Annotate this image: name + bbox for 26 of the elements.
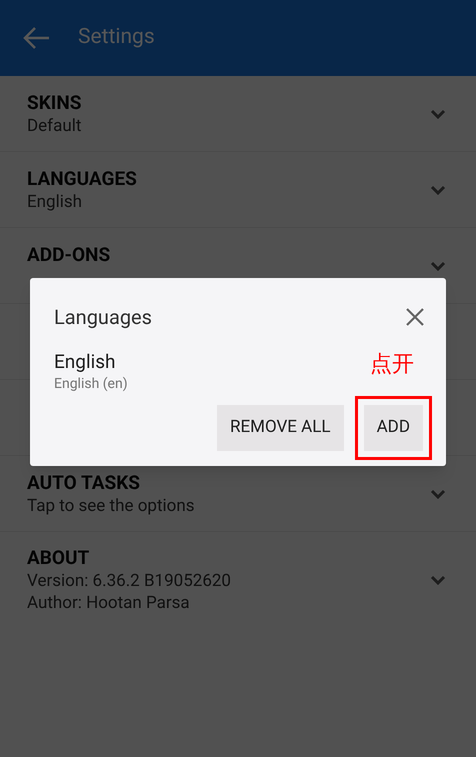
row-subtitle: Author: Hootan Parsa [27, 592, 191, 614]
dialog-title: Languages [54, 304, 152, 331]
chevron-down-icon [430, 184, 446, 194]
close-icon[interactable] [406, 308, 424, 326]
chevron-down-icon [430, 108, 446, 118]
language-name: English [54, 350, 116, 374]
row-title: AUTO TASKS [27, 470, 141, 494]
row-subtitle: Version: 6.36.2 B19052620 [27, 570, 232, 592]
dialog-button[interactable]: REMOVE ALL [216, 405, 344, 451]
app-bar-title: Settings [78, 24, 155, 52]
row-subtitle: Default [27, 114, 82, 136]
row-title: ADD-ONS [27, 242, 112, 266]
row-title: ABOUT [27, 546, 90, 570]
settings-row[interactable]: SKINS Default [0, 76, 476, 152]
chevron-down-icon [430, 575, 446, 585]
chevron-down-icon [430, 260, 446, 270]
settings-row[interactable]: LANGUAGES English [0, 152, 476, 228]
annotation-text: 点开 [370, 351, 414, 379]
row-subtitle: English [27, 190, 84, 212]
language-code: English (en) [54, 375, 128, 394]
chevron-down-icon [430, 488, 446, 498]
row-subtitle: Tap to see the options [27, 494, 196, 516]
row-title: SKINS [27, 90, 82, 114]
row-title: LANGUAGES [27, 166, 138, 190]
dialog-button[interactable]: ADD [364, 405, 423, 451]
settings-row[interactable]: ABOUT Version: 6.36.2 B19052620 Author: Hootan Parsa [0, 532, 476, 628]
